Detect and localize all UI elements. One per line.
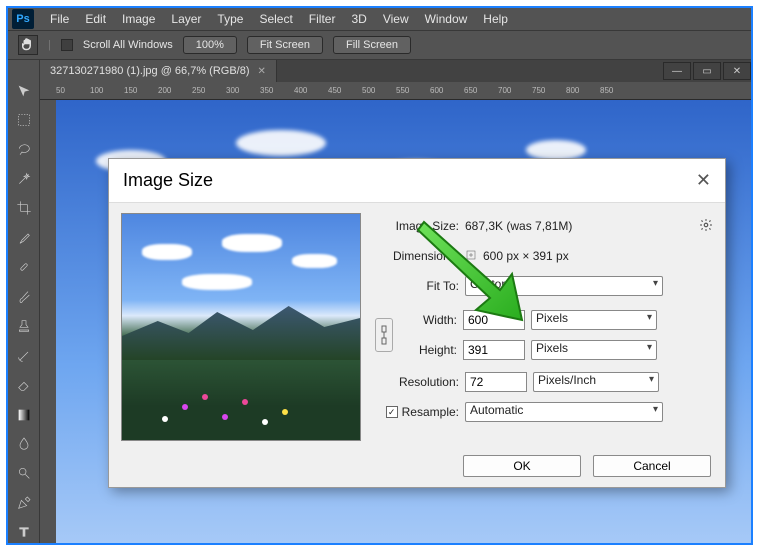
resolution-unit-select[interactable]: Pixels/Inch	[533, 372, 659, 392]
menu-file[interactable]: File	[42, 12, 77, 26]
ruler-tick: 700	[498, 86, 511, 95]
dialog-title: Image Size	[123, 170, 213, 191]
fit-to-select[interactable]: Custom	[465, 276, 663, 296]
ruler-tick: 200	[158, 86, 171, 95]
preview-thumbnail[interactable]	[121, 213, 361, 441]
constrain-proportions-icon[interactable]	[375, 318, 393, 352]
scroll-all-label: Scroll All Windows	[83, 39, 173, 51]
menu-view[interactable]: View	[375, 12, 417, 26]
pen-tool-icon[interactable]	[13, 492, 35, 513]
type-tool-icon[interactable]	[13, 522, 35, 543]
ruler-horizontal: 50 100 150 200 250 300 350 400 450 500 550 600 650 70…	[40, 82, 751, 100]
height-unit-select[interactable]: Pixels	[531, 340, 657, 360]
gear-icon[interactable]	[699, 218, 713, 235]
resample-checkbox[interactable]: ✓	[386, 406, 398, 418]
healing-tool-icon[interactable]	[13, 257, 35, 278]
width-label: Width:	[397, 313, 463, 327]
zoom-level[interactable]: 100%	[183, 36, 237, 54]
document-tab[interactable]: 327130271980 (1).jpg @ 66,7% (RGB/8) ✕	[40, 60, 277, 82]
blur-tool-icon[interactable]	[13, 433, 35, 454]
brush-tool-icon[interactable]	[13, 286, 35, 307]
marquee-tool-icon[interactable]	[13, 109, 35, 130]
eyedropper-tool-icon[interactable]	[13, 227, 35, 248]
ruler-tick: 850	[600, 86, 613, 95]
ruler-tick: 550	[396, 86, 409, 95]
ruler-tick: 50	[56, 86, 65, 95]
magic-wand-tool-icon[interactable]	[13, 168, 35, 189]
menu-window[interactable]: Window	[417, 12, 476, 26]
width-unit-select[interactable]: Pixels	[531, 310, 657, 330]
image-size-dialog: Image Size ✕ Image Size: 687,3K (was 7,8…	[108, 158, 726, 488]
fit-to-label: Fit To:	[375, 279, 465, 293]
close-window-button[interactable]: ✕	[723, 62, 751, 80]
gradient-tool-icon[interactable]	[13, 404, 35, 425]
eraser-tool-icon[interactable]	[13, 374, 35, 395]
dimensions-label: Dimensions:	[375, 249, 465, 263]
minimize-button[interactable]: —	[663, 62, 691, 80]
ruler-tick: 450	[328, 86, 341, 95]
ruler-tick: 150	[124, 86, 137, 95]
tools-panel	[8, 60, 40, 543]
close-icon[interactable]: ✕	[696, 170, 711, 191]
ruler-tick: 750	[532, 86, 545, 95]
height-label: Height:	[397, 343, 463, 357]
document-tabs: 327130271980 (1).jpg @ 66,7% (RGB/8) ✕ —…	[40, 60, 751, 82]
ps-logo: Ps	[12, 9, 34, 29]
menubar: Ps File Edit Image Layer Type Select Fil…	[8, 8, 751, 30]
resample-select[interactable]: Automatic	[465, 402, 663, 422]
resolution-input[interactable]	[465, 372, 527, 392]
menu-image[interactable]: Image	[114, 12, 163, 26]
dimensions-value: 600 px × 391 px	[483, 249, 569, 263]
ruler-tick: 350	[260, 86, 273, 95]
ruler-tick: 100	[90, 86, 103, 95]
ruler-tick: 500	[362, 86, 375, 95]
width-input[interactable]	[463, 310, 525, 330]
dodge-tool-icon[interactable]	[13, 463, 35, 484]
ruler-tick: 400	[294, 86, 307, 95]
hand-tool-icon[interactable]	[18, 35, 38, 55]
ruler-tick: 800	[566, 86, 579, 95]
image-size-label: Image Size:	[375, 219, 465, 233]
menu-type[interactable]: Type	[209, 12, 251, 26]
maximize-button[interactable]: ▭	[693, 62, 721, 80]
stamp-tool-icon[interactable]	[13, 316, 35, 337]
ruler-tick: 250	[192, 86, 205, 95]
image-size-value: 687,3K (was 7,81M)	[465, 219, 699, 233]
close-tab-icon[interactable]: ✕	[258, 66, 266, 77]
document-tab-title: 327130271980 (1).jpg @ 66,7% (RGB/8)	[50, 65, 250, 77]
dimensions-toggle-icon[interactable]	[465, 249, 477, 264]
resample-label: Resample:	[402, 405, 459, 419]
ruler-tick: 600	[430, 86, 443, 95]
crop-tool-icon[interactable]	[13, 198, 35, 219]
lasso-tool-icon[interactable]	[13, 139, 35, 160]
menu-3d[interactable]: 3D	[343, 12, 374, 26]
history-brush-tool-icon[interactable]	[13, 345, 35, 366]
menu-select[interactable]: Select	[251, 12, 300, 26]
options-bar: | Scroll All Windows 100% Fit Screen Fil…	[8, 30, 751, 60]
menu-filter[interactable]: Filter	[301, 12, 344, 26]
menu-help[interactable]: Help	[475, 12, 516, 26]
move-tool-icon[interactable]	[13, 80, 35, 101]
fill-screen-button[interactable]: Fill Screen	[333, 36, 411, 54]
ruler-tick: 300	[226, 86, 239, 95]
ruler-tick: 650	[464, 86, 477, 95]
ok-button[interactable]: OK	[463, 455, 581, 477]
resolution-label: Resolution:	[375, 375, 465, 389]
cancel-button[interactable]: Cancel	[593, 455, 711, 477]
menu-edit[interactable]: Edit	[77, 12, 114, 26]
height-input[interactable]	[463, 340, 525, 360]
scroll-all-checkbox[interactable]	[61, 39, 73, 51]
menu-layer[interactable]: Layer	[163, 12, 209, 26]
fit-screen-button[interactable]: Fit Screen	[247, 36, 323, 54]
